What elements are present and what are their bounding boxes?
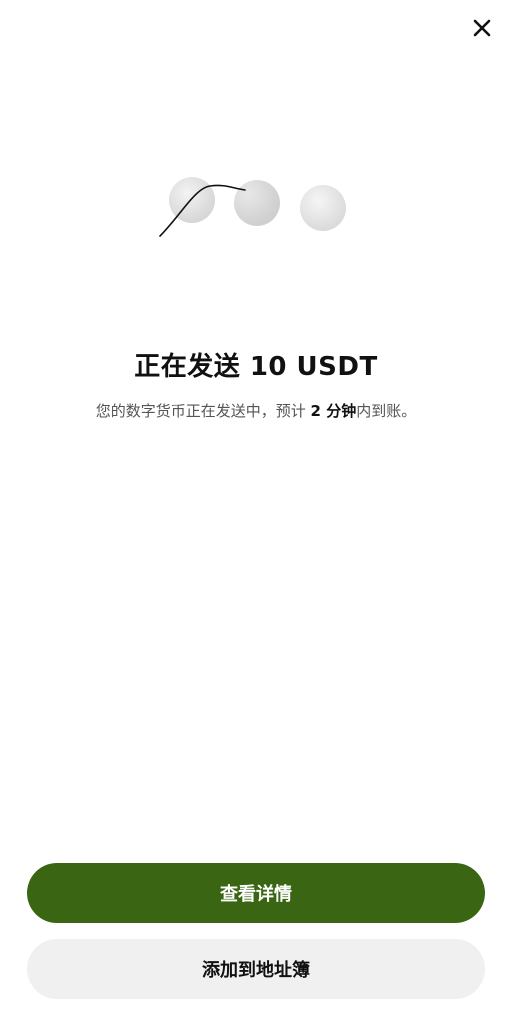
page-title: 正在发送 10 USDT xyxy=(134,352,378,382)
send-status-screen: 正在发送 10 USDT 您的数字货币正在发送中，预计 2 分钟内到账。 查看详… xyxy=(0,0,512,1014)
coin-circle-1 xyxy=(169,177,215,223)
close-icon xyxy=(473,19,491,37)
coin-circle-2 xyxy=(234,180,280,226)
description-text-end: 内到账。 xyxy=(356,402,417,420)
sending-animation-illustration xyxy=(159,177,346,237)
view-details-button[interactable]: 查看详情 xyxy=(27,863,485,923)
eta-emphasis: 2 分钟 xyxy=(310,402,357,420)
status-description: 您的数字货币正在发送中，预计 2 分钟内到账。 xyxy=(0,400,512,421)
close-button[interactable] xyxy=(464,10,500,46)
coin-circle-3 xyxy=(300,185,346,231)
add-to-address-book-button[interactable]: 添加到地址簿 xyxy=(27,939,485,999)
description-text-start: 您的数字货币正在发送中，预计 xyxy=(95,402,311,420)
